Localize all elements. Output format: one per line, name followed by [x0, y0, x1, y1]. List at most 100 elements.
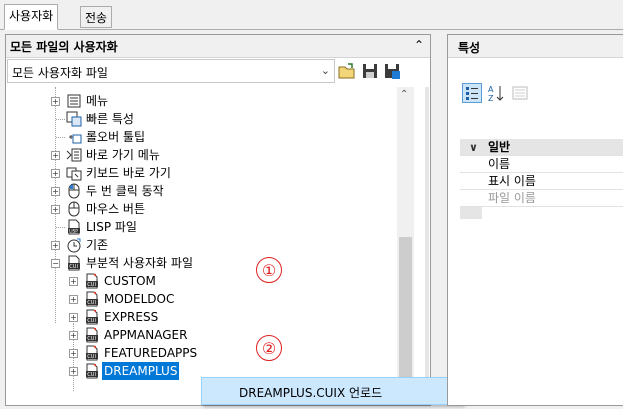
cui-file-icon: CUI: [86, 345, 98, 361]
cui-file-icon: CUI: [68, 255, 80, 271]
expand-icon[interactable]: +: [51, 151, 60, 160]
expand-icon[interactable]: +: [69, 331, 78, 340]
tree-item-keyboard-shortcuts[interactable]: + 키보드 바로 가기: [7, 164, 387, 182]
svg-text:CUI: CUI: [87, 282, 96, 288]
svg-text:CUI: CUI: [87, 318, 96, 324]
tree-item-lisp-files[interactable]: LISP LISP 파일: [7, 218, 387, 236]
property-pages-icon[interactable]: [510, 83, 530, 103]
tree-guide: [56, 227, 65, 228]
tree-scrollbar[interactable]: ⌃: [397, 87, 414, 405]
property-label: 표시 이름: [488, 174, 536, 188]
tree-item-label: MODELDOC: [104, 292, 175, 306]
cui-file-icon: CUI: [86, 363, 98, 379]
svg-text:CUI: CUI: [87, 300, 96, 306]
expand-icon[interactable]: +: [69, 277, 78, 286]
expand-icon[interactable]: +: [69, 367, 78, 376]
cui-file-icon: CUI: [86, 291, 98, 307]
tree-item-featuredapps[interactable]: + CUI FEATUREDAPPS: [7, 344, 387, 362]
cui-file-icon: CUI: [86, 273, 98, 289]
menu-icon: [67, 94, 81, 108]
expand-icon[interactable]: +: [51, 241, 60, 250]
tab-transfer[interactable]: 전송: [80, 6, 113, 28]
tree-item-partial-customization-files[interactable]: − CUI 부분적 사용자화 파일: [7, 254, 387, 272]
tree-item-label: 키보드 바로 가기: [86, 166, 171, 180]
property-row-display-name[interactable]: 표시 이름: [460, 173, 623, 190]
tab-divider: [0, 29, 623, 30]
tree-item-label: 두 번 클릭 동작: [86, 184, 164, 198]
expand-icon[interactable]: +: [51, 97, 60, 106]
customizations-title: 모든 파일의 사용자화: [10, 40, 118, 54]
property-row-name[interactable]: 이름: [460, 156, 623, 173]
tab-customize[interactable]: 사용자화: [4, 4, 59, 30]
keyboard-icon: [66, 167, 82, 181]
context-menu-unload[interactable]: DREAMPLUS.CUIX 언로드: [201, 377, 463, 405]
svg-text:CUI: CUI: [87, 372, 96, 378]
expand-icon[interactable]: +: [51, 205, 60, 214]
tree-item-double-click-actions[interactable]: + 두 번 클릭 동작: [7, 182, 387, 200]
legacy-clock-icon: [67, 238, 81, 253]
tree-item-shortcut-menus[interactable]: + 바로 가기 메뉴: [7, 146, 387, 164]
svg-text:A: A: [488, 85, 494, 94]
category-label: 일반: [488, 140, 511, 154]
tree-item-legacy[interactable]: + 기존: [7, 236, 387, 254]
categorized-icon[interactable]: [462, 83, 482, 103]
properties-title: 특성: [458, 41, 481, 55]
save-as-icon[interactable]: [382, 61, 402, 81]
collapse-panel-icon[interactable]: ⌃: [414, 38, 424, 52]
svg-text:CUI: CUI: [69, 264, 78, 270]
category-general[interactable]: ∨ 일반: [460, 139, 623, 156]
customizations-panel: 모든 파일의 사용자화 ⌃ 모든 사용자화 파일 ⌄ + 메뉴 빠른 특성 롤오…: [5, 34, 431, 406]
collapse-icon[interactable]: −: [51, 259, 60, 268]
tree-item-label: 바로 가기 메뉴: [86, 148, 160, 162]
tree-guide: [56, 119, 65, 120]
customization-tree: + 메뉴 빠른 특성 롤오버 툴팁 + 바로 가기 메뉴 + 키보드 바로 가기: [7, 87, 403, 405]
properties-panel: 특성 A Z ∨ 일반 이름 표시 이름 파일 이름: [447, 34, 623, 406]
cui-file-icon: CUI: [86, 309, 98, 325]
svg-text:Z: Z: [488, 94, 494, 103]
cui-file-select[interactable]: 모든 사용자화 파일 ⌄: [7, 59, 335, 83]
tree-item-label: EXPRESS: [104, 310, 159, 324]
tree-item-label: 빠른 특성: [86, 112, 134, 126]
tree-guide: [56, 137, 65, 138]
tree-item-quick-properties[interactable]: 빠른 특성: [7, 110, 387, 128]
chevron-down-icon[interactable]: ⌄: [321, 64, 330, 77]
property-row-file-name[interactable]: 파일 이름: [460, 190, 623, 207]
sort-alphabetical-icon[interactable]: A Z: [486, 83, 506, 103]
expand-icon[interactable]: +: [51, 169, 60, 178]
tree-item-label: 기존: [86, 238, 109, 252]
svg-text:CUI: CUI: [87, 336, 96, 342]
tree-item-label: CUSTOM: [104, 274, 156, 288]
tree-item-mouse-buttons[interactable]: + 마우스 버튼: [7, 200, 387, 218]
shortcut-menu-icon: [66, 148, 82, 162]
mouse-double-click-icon: [68, 183, 80, 199]
chevron-down-icon[interactable]: ∨: [469, 139, 478, 156]
expand-icon[interactable]: +: [69, 295, 78, 304]
scroll-up-icon[interactable]: ⌃: [400, 89, 408, 100]
cui-file-icon: CUI: [86, 327, 98, 343]
expand-icon[interactable]: +: [69, 349, 78, 358]
cui-file-select-value: 모든 사용자화 파일: [12, 66, 108, 80]
expand-icon[interactable]: +: [51, 187, 60, 196]
tree-item-label: 롤오버 툴팁: [86, 130, 146, 144]
quick-properties-icon: [66, 111, 82, 127]
svg-text:CUI: CUI: [87, 354, 96, 360]
tree-item-rollover-tooltips[interactable]: 롤오버 툴팁: [7, 128, 387, 146]
tree-item-label: 메뉴: [86, 94, 109, 108]
expand-icon[interactable]: +: [69, 313, 78, 322]
tab-bar: 사용자화 전송: [0, 0, 623, 30]
tree-item-menu[interactable]: + 메뉴: [7, 92, 387, 110]
svg-text:LISP: LISP: [69, 228, 78, 233]
save-icon[interactable]: [360, 61, 380, 81]
property-label: 파일 이름: [488, 191, 536, 205]
open-file-icon[interactable]: [337, 61, 357, 81]
property-label: 이름: [488, 157, 511, 171]
annotation-marker-2: ②: [256, 335, 282, 361]
tree-item-label-selected: DREAMPLUS: [102, 362, 180, 380]
context-menu-item-unload[interactable]: DREAMPLUS.CUIX 언로드: [239, 384, 382, 401]
tree-item-custom[interactable]: + CUI CUSTOM: [7, 272, 387, 290]
tree-item-label: 부분적 사용자화 파일: [86, 256, 193, 270]
tree-item-appmanager[interactable]: + CUI APPMANAGER: [7, 326, 387, 344]
tree-item-express[interactable]: + CUI EXPRESS: [7, 308, 387, 326]
tree-item-modeldoc[interactable]: + CUI MODELDOC: [7, 290, 387, 308]
rollover-tooltip-icon: [69, 134, 82, 144]
